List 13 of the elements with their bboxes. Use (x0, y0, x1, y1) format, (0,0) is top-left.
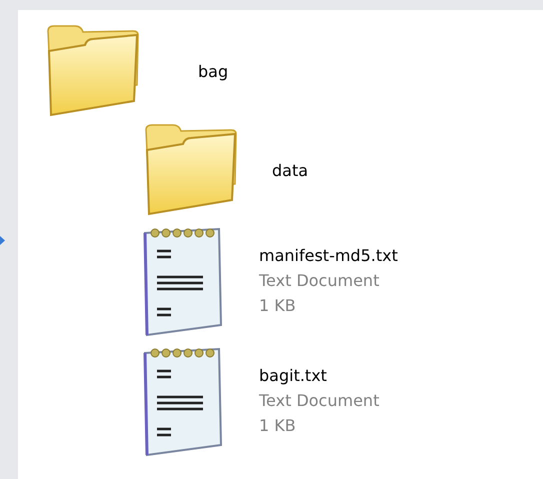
folder-name: bag (198, 60, 228, 83)
arrow-icon (0, 236, 5, 245)
file-size: 1 KB (259, 294, 297, 317)
folder-icon[interactable] (143, 124, 238, 217)
file-type: Text Document (259, 270, 380, 292)
folder-icon[interactable] (45, 25, 140, 118)
file-type: Text Document (259, 390, 380, 412)
text-file-icon[interactable] (143, 345, 223, 457)
file-name: manifest-md5.txt (259, 245, 398, 268)
file-name: bagit.txt (259, 365, 328, 388)
text-file-icon[interactable] (143, 225, 223, 337)
folder-name: data (272, 160, 308, 182)
file-size: 1 KB (259, 414, 297, 437)
